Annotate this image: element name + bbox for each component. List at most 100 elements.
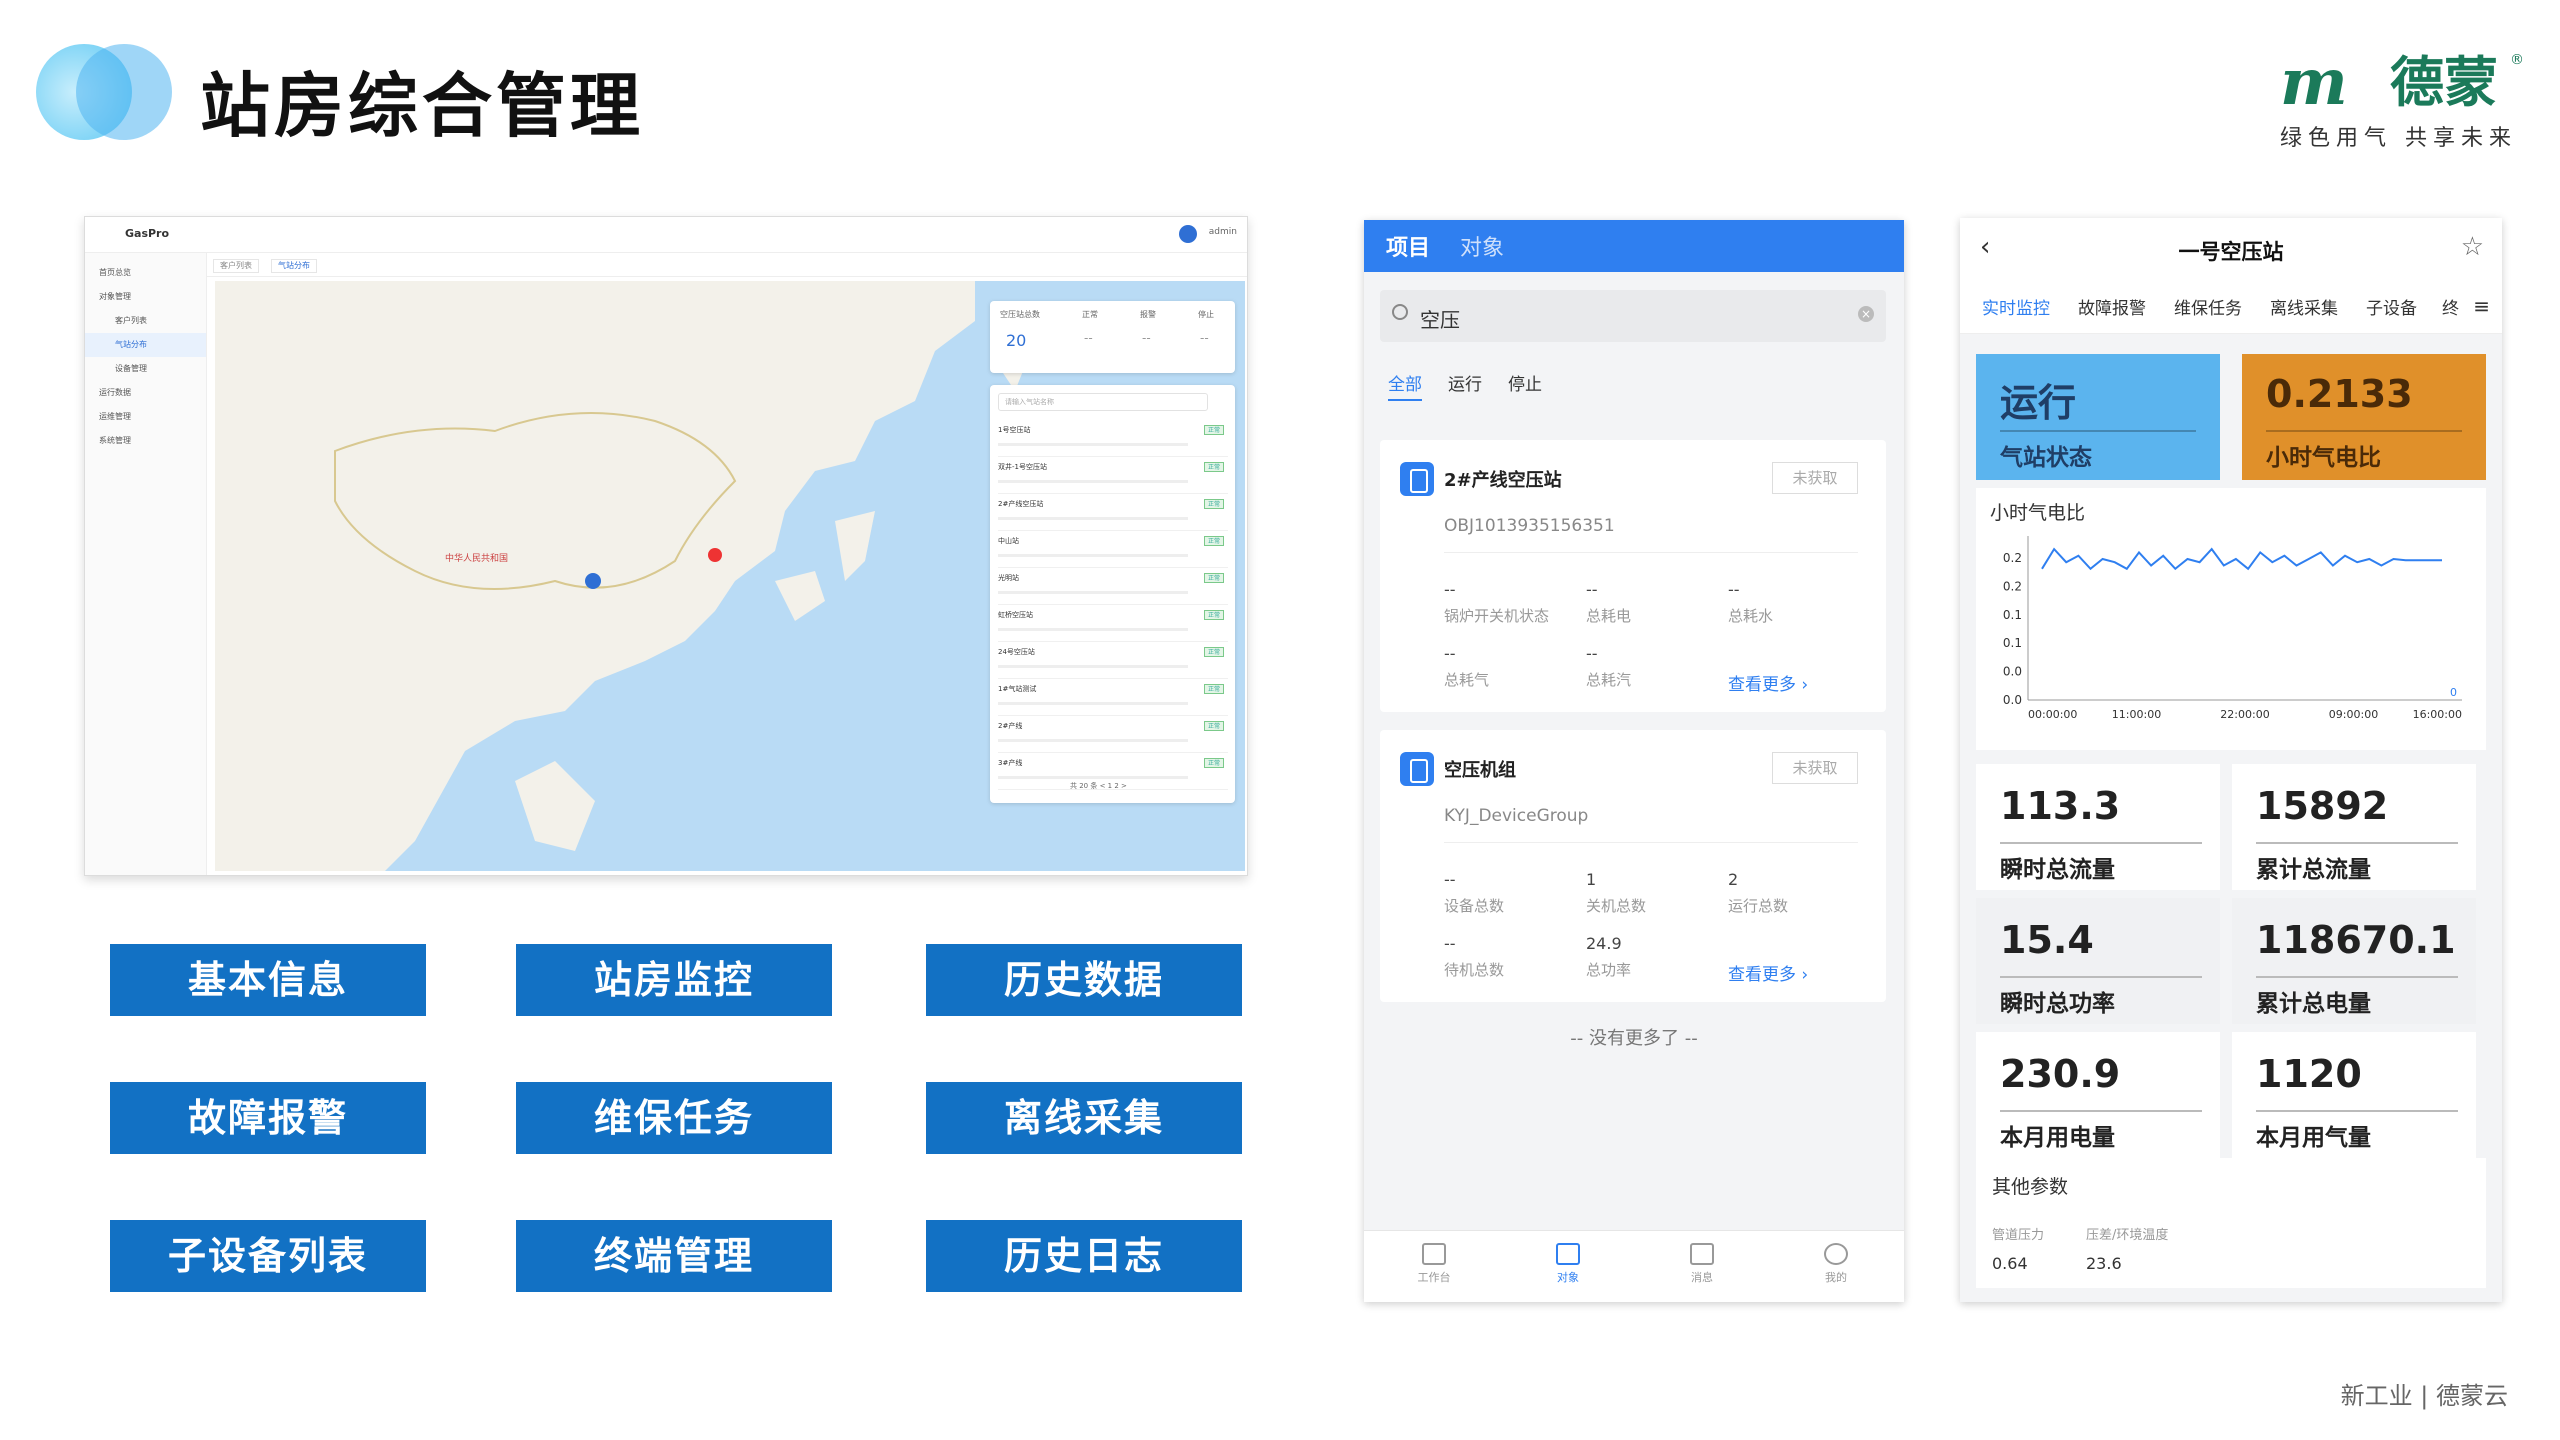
station-icon: [1400, 462, 1434, 496]
status-badge: 正常: [1204, 462, 1224, 472]
list-item[interactable]: 2#产线 正常: [998, 717, 1228, 753]
sidebar-item-objects[interactable]: 对象管理: [85, 285, 206, 309]
history-data-button[interactable]: 历史数据: [926, 944, 1242, 1016]
desktop-user[interactable]: admin: [1209, 227, 1237, 237]
station-meta-placeholder: [998, 665, 1188, 668]
field: -- 总耗气: [1444, 644, 1490, 689]
sidebar-item-runtime[interactable]: 运行数据: [85, 381, 206, 405]
tile-label: 小时气电比: [2266, 445, 2381, 471]
tile-label: 气站状态: [2000, 445, 2092, 471]
status-badge: 正常: [1204, 536, 1224, 546]
stat-tile: 1120 本月用气量: [2232, 1032, 2476, 1158]
menu-icon[interactable]: ≡: [2473, 294, 2490, 318]
desktop-screenshot: GasPro admin 首页总览 对象管理 客户列表 气站分布 设备管理 运行…: [84, 216, 1248, 876]
object-card[interactable]: 2#产线空压站 未获取 OBJ1013935156351 -- 锅炉开关机状态 -…: [1380, 440, 1886, 712]
sidebar-item-system[interactable]: 系统管理: [85, 429, 206, 453]
view-more-link[interactable]: 查看更多 ›: [1728, 960, 1808, 985]
tab-customers[interactable]: 客户列表: [213, 259, 259, 273]
pagination[interactable]: 共 20 条 < 1 2 >: [1070, 781, 1127, 791]
list-item[interactable]: 光明站 正常: [998, 569, 1228, 605]
clear-icon[interactable]: ×: [1858, 306, 1874, 322]
view-more-link[interactable]: 查看更多 ›: [1728, 670, 1808, 695]
terminal-management-button[interactable]: 终端管理: [516, 1220, 832, 1292]
tab-project[interactable]: 项目: [1386, 230, 1430, 262]
y-tick-label: 0.2: [2003, 551, 2022, 565]
tab-terminal[interactable]: 终: [2442, 294, 2459, 319]
offline-collection-button[interactable]: 离线采集: [926, 1082, 1242, 1154]
object-name: 空压机组: [1444, 760, 1516, 781]
station-list-card: 请输入气站名称 1号空压站 正常 双井-1号空压站 正常 2#产线空压站 正常 中山站 正常光…: [990, 385, 1235, 803]
nav-objects[interactable]: 对象: [1538, 1243, 1598, 1285]
ratio-chart: 小时气电比 0.2 0.2 0.1 0.1 0.0 0.0 00:00:00 11:00:00…: [1976, 488, 2486, 750]
desktop-app-name: GasPro: [125, 227, 170, 240]
list-item[interactable]: 双井-1号空压站 正常: [998, 458, 1228, 494]
tab-offline[interactable]: 离线采集: [2270, 294, 2338, 319]
sub-device-list-button[interactable]: 子设备列表: [110, 1220, 426, 1292]
logo-mark: m: [2280, 45, 2348, 120]
list-item[interactable]: 虹桥空压站 正常: [998, 606, 1228, 642]
user-icon: [1824, 1243, 1848, 1265]
stat-header-total: 空压站总数: [1000, 310, 1040, 319]
list-item[interactable]: 中山站 正常: [998, 532, 1228, 568]
tab-maintenance[interactable]: 维保任务: [2174, 294, 2242, 319]
history-log-button[interactable]: 历史日志: [926, 1220, 1242, 1292]
y-tick-label: 0.2: [2003, 579, 2022, 593]
status-badge: 正常: [1204, 573, 1224, 583]
status-badge: 未获取: [1772, 752, 1858, 784]
field: -- 总耗汽: [1586, 644, 1632, 689]
nav-workbench[interactable]: 工作台: [1404, 1243, 1464, 1285]
map-marker-east[interactable]: [708, 548, 722, 562]
object-search-input[interactable]: 空压 ×: [1380, 290, 1886, 342]
map-marker-center[interactable]: [585, 573, 601, 589]
station-name: 2#产线空压站: [998, 500, 1044, 508]
stat-normal-value: --: [1084, 331, 1093, 345]
tab-object[interactable]: 对象: [1460, 230, 1504, 262]
station-monitor-button[interactable]: 站房监控: [516, 944, 832, 1016]
param-key: 压差/环境温度: [2086, 1228, 2169, 1243]
tab-stations[interactable]: 气站分布: [271, 259, 317, 273]
maintenance-task-button[interactable]: 维保任务: [516, 1082, 832, 1154]
list-item[interactable]: 24号空压站 正常: [998, 643, 1228, 679]
stat-header-stop: 停止: [1198, 310, 1214, 319]
filter-stopped[interactable]: 停止: [1508, 375, 1542, 395]
desktop-topbar: GasPro admin: [85, 217, 1247, 253]
station-name: 3#产线: [998, 759, 1023, 767]
fault-alarm-button[interactable]: 故障报警: [110, 1082, 426, 1154]
list-item[interactable]: 2#产线空压站 正常: [998, 495, 1228, 531]
station-search-input[interactable]: 请输入气站名称: [998, 393, 1208, 411]
nav-messages[interactable]: 消息: [1672, 1243, 1732, 1285]
tab-realtime-monitor[interactable]: 实时监控: [1982, 294, 2050, 319]
basic-info-button[interactable]: 基本信息: [110, 944, 426, 1016]
field: -- 待机总数: [1444, 934, 1505, 979]
tab-fault-alarm[interactable]: 故障报警: [2078, 294, 2146, 319]
filter-all[interactable]: 全部: [1388, 375, 1422, 401]
star-icon[interactable]: ☆: [2461, 232, 2484, 262]
tile-value: 0.2133: [2266, 372, 2413, 416]
list-item[interactable]: 1号空压站 正常: [998, 421, 1228, 457]
stat-tile: 15.4 瞬时总功率: [1976, 898, 2220, 1024]
avatar[interactable]: [1179, 225, 1197, 243]
sidebar-item-stations[interactable]: 气站分布: [85, 333, 206, 357]
station-meta-placeholder: [998, 628, 1188, 631]
object-card[interactable]: 空压机组 未获取 KYJ_DeviceGroup -- 设备总数 1 关机总数 2运…: [1380, 730, 1886, 1002]
field: -- 设备总数: [1444, 870, 1505, 915]
station-name: 1#气站测试: [998, 685, 1037, 693]
desktop-sidebar: 首页总览 对象管理 客户列表 气站分布 设备管理 运行数据 运维管理 系统管理: [85, 253, 207, 875]
list-item[interactable]: 1#气站测试 正常: [998, 680, 1228, 716]
series-line: [2041, 547, 2442, 571]
title-decoration: [36, 44, 172, 140]
sidebar-item-home[interactable]: 首页总览: [85, 261, 206, 285]
tab-sub-device[interactable]: 子设备: [2366, 294, 2417, 319]
stat-total-value: 20: [1006, 331, 1027, 350]
status-badge: 未获取: [1772, 462, 1858, 494]
sidebar-item-devices[interactable]: 设备管理: [85, 357, 206, 381]
filter-running[interactable]: 运行: [1448, 375, 1482, 395]
param-value: 23.6: [2086, 1254, 2122, 1273]
mobile-topbar: 项目 对象: [1364, 220, 1904, 272]
sidebar-item-customers[interactable]: 客户列表: [85, 309, 206, 333]
x-tick-label: 00:00:00: [2028, 708, 2077, 721]
status-badge: 正常: [1204, 721, 1224, 731]
sidebar-item-maintenance[interactable]: 运维管理: [85, 405, 206, 429]
bottom-nav: 工作台 对象 消息 我的: [1364, 1230, 1904, 1302]
nav-mine[interactable]: 我的: [1806, 1243, 1866, 1285]
